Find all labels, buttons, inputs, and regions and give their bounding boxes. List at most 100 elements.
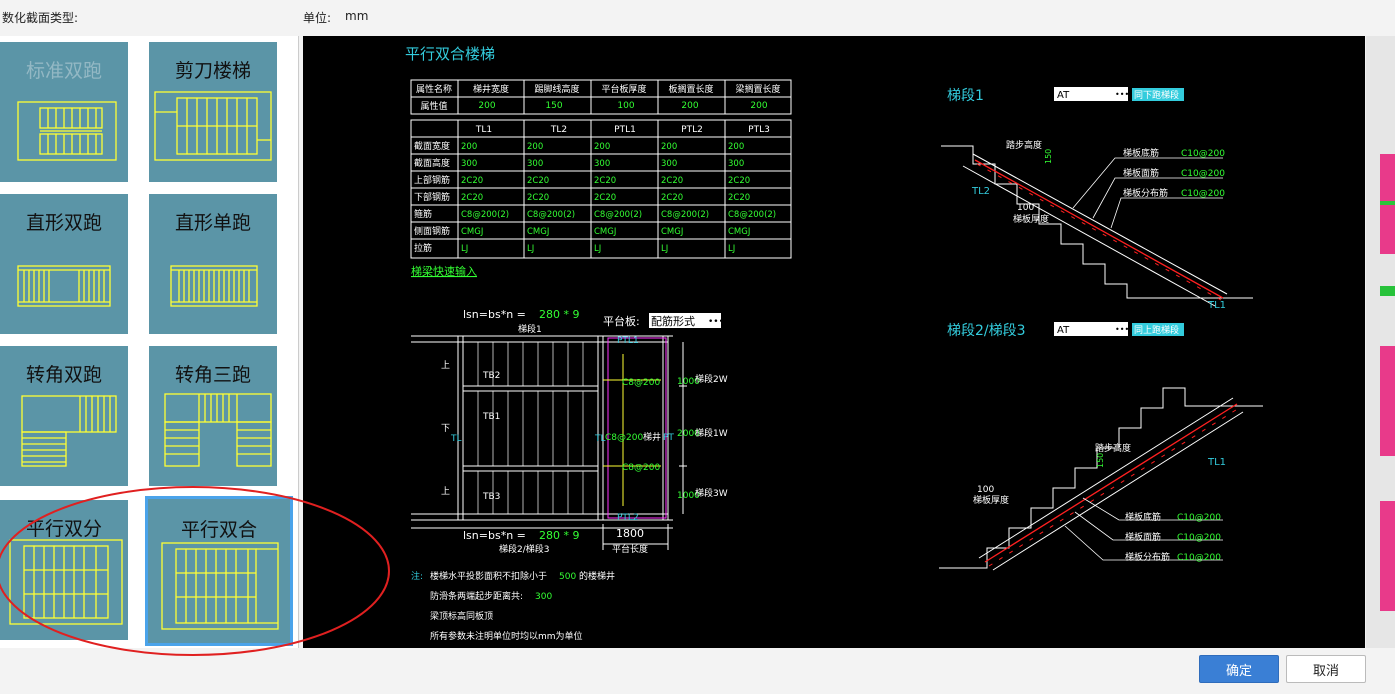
- stair-type-corner-triple[interactable]: 转角三跑: [149, 346, 277, 486]
- beam-cell[interactable]: C8@200(2): [461, 210, 509, 220]
- quick-input-link[interactable]: 梯梁快速输入: [411, 264, 477, 278]
- section2-bottom-rebar-value[interactable]: C10@200: [1177, 513, 1221, 523]
- lsn-value-bottom[interactable]: 280 * 9: [539, 529, 580, 542]
- beam-cell[interactable]: 2C20: [661, 193, 683, 203]
- cancel-button[interactable]: 取消: [1286, 655, 1366, 683]
- up-arrow-label: 上: [441, 360, 450, 371]
- attr-header-cell: 板搁置长度: [668, 83, 713, 95]
- beam-cell[interactable]: 200: [461, 142, 477, 152]
- beam-cell[interactable]: CMGJ: [527, 227, 549, 237]
- beam-row-label: 截面宽度: [414, 140, 450, 152]
- beam-cell[interactable]: 2C20: [594, 176, 616, 186]
- beam-cell[interactable]: 200: [594, 142, 610, 152]
- stair-type-parallel-merge[interactable]: 平行双合: [145, 496, 293, 646]
- beam-cell[interactable]: C8@200(2): [594, 210, 642, 220]
- beam-cell[interactable]: 2C20: [527, 176, 549, 186]
- attr-value-cell[interactable]: 200: [478, 101, 495, 111]
- beam-cell[interactable]: 300: [594, 159, 610, 169]
- beam-cell[interactable]: 300: [728, 159, 744, 169]
- unit-label: 单位:: [303, 11, 332, 25]
- beam-cell[interactable]: 300: [527, 159, 543, 169]
- beam-cell[interactable]: 300: [661, 159, 677, 169]
- stair-type-label: 剪刀楼梯: [174, 60, 251, 82]
- beam-cell[interactable]: 200: [728, 142, 744, 152]
- platform-rebar-3[interactable]: C8@200: [605, 433, 643, 443]
- section2-h150[interactable]: 150: [1096, 453, 1105, 468]
- beam-cell[interactable]: LJ: [527, 244, 534, 254]
- beam-cell[interactable]: C8@200(2): [527, 210, 575, 220]
- attr-value-cell[interactable]: 100: [617, 101, 634, 111]
- section2-top-rebar-value[interactable]: C10@200: [1177, 533, 1221, 543]
- beam-cell[interactable]: CMGJ: [594, 227, 616, 237]
- section-run23: 梯段2/梯段3 AT ••• 同上跑梯段 踏步高度 150 100 梯板厚度 T…: [939, 322, 1263, 571]
- stair-type-straight-double[interactable]: 直形双跑: [0, 194, 128, 334]
- beam-cell[interactable]: 2C20: [661, 176, 683, 186]
- ellipsis-icon: •••: [1115, 325, 1129, 334]
- beam-row-label: 侧面钢筋: [414, 225, 450, 237]
- beam-cell[interactable]: LJ: [594, 244, 601, 254]
- beam-cell[interactable]: CMGJ: [728, 227, 750, 237]
- beam-cell[interactable]: 2C20: [461, 176, 483, 186]
- attr-value-cell[interactable]: 200: [681, 101, 698, 111]
- beam-cell[interactable]: CMGJ: [661, 227, 683, 237]
- section1-h150[interactable]: 150: [1044, 149, 1053, 164]
- section2-thickness-label: 梯板厚度: [973, 494, 1009, 506]
- stair-type-straight-single[interactable]: 直形单跑: [149, 194, 277, 334]
- note-line1-value[interactable]: 500: [559, 572, 576, 582]
- beam-cell[interactable]: 200: [661, 142, 677, 152]
- beam-cell[interactable]: LJ: [728, 244, 735, 254]
- section2-dist-rebar-value[interactable]: C10@200: [1177, 553, 1221, 563]
- stair-type-parallel-split[interactable]: 平行双分: [0, 500, 128, 640]
- beam-cell[interactable]: 300: [461, 159, 477, 169]
- platform-length-label: 平台长度: [612, 543, 648, 555]
- beam-cell[interactable]: 2C20: [728, 176, 750, 186]
- platform-length-value[interactable]: 1800: [616, 527, 644, 540]
- stair-type-label: 标准双跑: [25, 60, 102, 82]
- beam-cell[interactable]: 2C20: [594, 193, 616, 203]
- section-run1: 梯段1 AT ••• 同下跑梯段 踏步高度 150 100 梯板厚度 TL2 T…: [941, 87, 1253, 311]
- lsn-label-bottom: lsn=bs*n =: [463, 529, 526, 542]
- ellipsis-icon: •••: [1115, 90, 1129, 99]
- beam-cell[interactable]: LJ: [461, 244, 468, 254]
- beam-cell[interactable]: LJ: [661, 244, 668, 254]
- beam-cell[interactable]: C8@200(2): [661, 210, 709, 220]
- beam-cell[interactable]: 2C20: [461, 193, 483, 203]
- attr-value-cell[interactable]: 200: [750, 101, 767, 111]
- beam-cell[interactable]: 200: [527, 142, 543, 152]
- run23-label: 梯段2/梯段3: [499, 543, 550, 555]
- stair-type-scissor[interactable]: 剪刀楼梯: [149, 42, 277, 182]
- down-arrow-label: 下: [441, 424, 450, 434]
- section1-same-label: 同下跑梯段: [1134, 89, 1179, 101]
- section1-bottom-rebar-label: 梯板底筋: [1123, 147, 1159, 159]
- run1-width-label: 梯段1W: [695, 427, 728, 439]
- platform-rebar-1[interactable]: C8@200: [622, 378, 660, 388]
- attr-value-cell[interactable]: 150: [545, 101, 562, 111]
- section2-top-rebar-label: 梯板面筋: [1125, 531, 1161, 543]
- section1-thickness-value[interactable]: 100: [1017, 203, 1034, 213]
- beam-cell[interactable]: CMGJ: [461, 227, 483, 237]
- section1-tl-high: TL1: [1207, 300, 1226, 311]
- beam-cell[interactable]: C8@200(2): [728, 210, 776, 220]
- section1-top-rebar-value[interactable]: C10@200: [1181, 169, 1225, 179]
- stair-type-label: 转角双跑: [25, 364, 102, 386]
- beam-row-label: 拉筋: [414, 242, 432, 254]
- beam-row-label: 截面高度: [414, 157, 450, 169]
- ok-button[interactable]: 确定: [1199, 655, 1279, 683]
- beam-cell[interactable]: 2C20: [728, 193, 750, 203]
- beam-row-label: 下部钢筋: [414, 191, 450, 203]
- tb2-label: TB2: [482, 371, 500, 381]
- run2-width-label: 梯段2W: [695, 373, 728, 385]
- stair-type-label: 转角三跑: [174, 364, 251, 386]
- section2-thickness-value[interactable]: 100: [977, 485, 994, 495]
- section1-bottom-rebar-value[interactable]: C10@200: [1181, 149, 1225, 159]
- preview-title: 平行双合楼梯: [405, 45, 495, 63]
- stair-type-corner-double[interactable]: 转角双跑: [0, 346, 128, 486]
- note-line2-value[interactable]: 300: [535, 592, 552, 602]
- stair-type-standard-double[interactable]: 标准双跑: [0, 42, 128, 182]
- lsn-value-top[interactable]: 280 * 9: [539, 308, 580, 321]
- tl-right-label: TL: [594, 434, 606, 444]
- section1-dist-rebar-value[interactable]: C10@200: [1181, 189, 1225, 199]
- platform-rebar-2[interactable]: C8@200: [622, 463, 660, 473]
- section2-step-height: 踏步高度: [1095, 442, 1131, 454]
- beam-cell[interactable]: 2C20: [527, 193, 549, 203]
